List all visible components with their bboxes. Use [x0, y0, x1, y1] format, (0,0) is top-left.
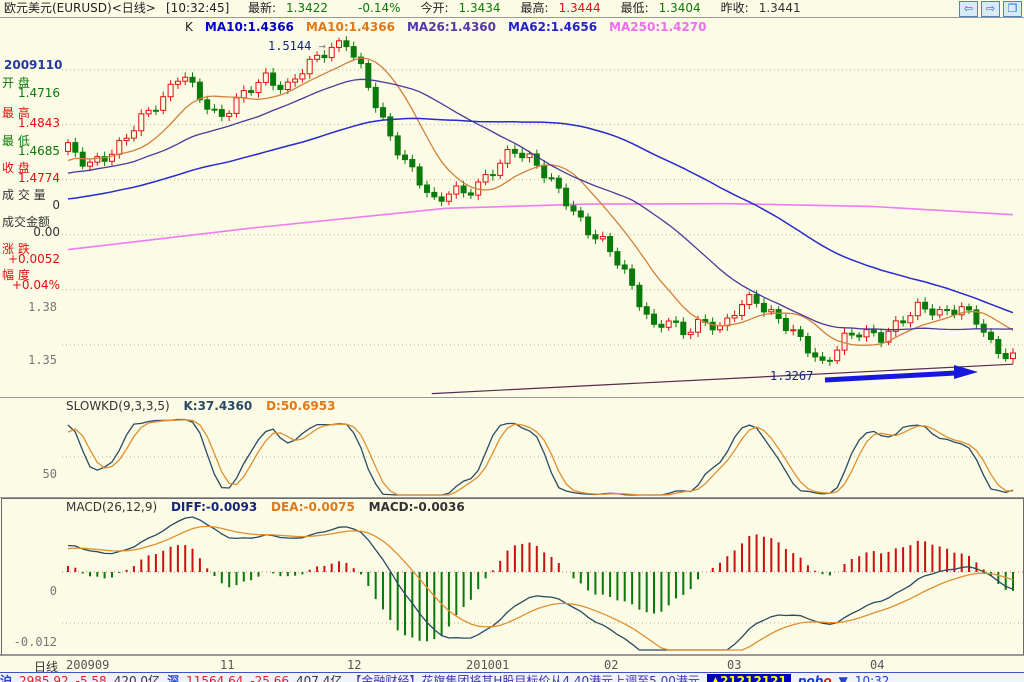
macd-header: MACD(26,12,9) DIFF:-0.0093 DEA:-0.0075 M… — [66, 500, 475, 514]
slowkd-title: SLOWKD(9,3,3,5) — [66, 399, 170, 413]
ma-header: K MA10:1.4366 MA10:1.4366 MA26:1.4360 MA62:1… — [185, 20, 730, 34]
status-bar: 沪 2985.92 -5.58 420.0亿深 11564.64 -25.66 407.4亿… — [0, 672, 1024, 682]
quote-fields: 最新: 1.3422 -0.14% 今开: 1.3434 最高: 1.3444 最低: 1.34… — [248, 0, 821, 17]
time-axis-tick: 04 — [870, 658, 885, 672]
sh-index-change: -5.58 — [75, 674, 107, 682]
axis-label: 50 — [42, 467, 57, 481]
sh-index-label: 沪 — [0, 674, 13, 682]
slowkd-header: SLOWKD(9,3,3,5) K:37.4360 D:50.6953 — [66, 399, 345, 413]
quote-field: 最新: 1.3422 — [248, 1, 329, 15]
macd-indicator-pane[interactable] — [62, 498, 1024, 654]
quote-row-value: 0.00 — [33, 225, 60, 239]
ma-header-item: MA250:1.4270 — [609, 20, 707, 34]
macd-diff-value: DIFF:-0.0093 — [170, 500, 258, 514]
quote-row-value: +0.0052 — [7, 252, 60, 266]
time-axis: 日线 200909 11 12 201001 02 03 04 — [0, 655, 1024, 674]
back-button[interactable]: ⇦ — [959, 1, 978, 17]
macd-title: MACD(26,12,9) — [66, 500, 158, 514]
windows-button[interactable]: ❐ — [1003, 1, 1022, 17]
quote-sidebar: 20091102 开 盘 1.4716 最 高 1.4843 最 低 1.4685 收 盘1… — [0, 18, 71, 672]
scroll-down-icon[interactable]: ▼ — [839, 674, 848, 682]
time-axis-tick: 02 — [604, 658, 619, 672]
sz-index-value: 11564.64 — [186, 674, 244, 682]
time-axis-tick: 201001 — [466, 658, 510, 672]
time-axis-tick: 200909 — [66, 658, 110, 672]
quote-row-value: 0 — [52, 198, 60, 212]
support-price-annotation: 1.3267 — [770, 369, 814, 383]
peak-price-annotation: 1.5144 → — [268, 39, 326, 53]
candlestick-chart-pane[interactable] — [62, 18, 1024, 397]
axis-label: 1.35 — [28, 353, 57, 367]
quote-field: 今开: 1.3434 — [420, 1, 501, 15]
slowkd-d-value: D:50.6953 — [266, 399, 336, 413]
sh-index-volume: 420.0亿 — [113, 674, 161, 682]
news-marquee[interactable]: 【金融财经】花旗集团将其H股目标价从4.40港元上调至5.00港元 — [349, 674, 699, 682]
peak-arrow-icon: → — [318, 39, 326, 53]
ticker-badge: ▲21212121 — [706, 674, 791, 682]
quote-field: -0.14% — [358, 1, 401, 15]
ma-header-item: MA26:1.4360 — [406, 20, 497, 34]
pane-divider-2 — [0, 497, 1024, 498]
title-bar: 欧元美元(EURUSD)<日线> [10:32:45] 最新: 1.3422 -0.… — [0, 0, 1024, 18]
time-axis-tick: 11 — [220, 658, 235, 672]
ma-header-k: K — [185, 20, 193, 34]
axis-label: 0 — [49, 584, 57, 598]
time-axis-tick: 12 — [347, 658, 362, 672]
pane-divider-1 — [0, 397, 1024, 398]
sz-index-label: 深 — [167, 674, 180, 682]
quote-row-value: 1.4774 — [18, 171, 60, 185]
quote-time: [10:32:45] — [166, 1, 230, 15]
forward-button[interactable]: ⇨ — [981, 1, 1000, 17]
quote-field: 昨收: 1.3441 — [720, 1, 801, 15]
quote-row-value: 1.4716 — [18, 86, 60, 100]
slowkd-k-value: K:37.4360 — [183, 399, 253, 413]
quote-row-value: +0.04% — [11, 278, 60, 292]
quote-row-value: 1.4685 — [18, 144, 60, 158]
axis-label: 1.38 — [28, 300, 57, 314]
axis-label: -0.012 — [13, 635, 57, 649]
quote-row-value: 1.4843 — [18, 116, 60, 130]
ma-header-item: MA62:1.4656 — [508, 20, 598, 34]
macd-dea-value: DEA:-0.0075 — [271, 500, 355, 514]
time-axis-tick: 03 — [727, 658, 742, 672]
titlebar-buttons: ⇦ ⇨ ❐ — [959, 1, 1022, 17]
ma-header-item: MA10:1.4366 — [305, 20, 395, 34]
ma-header-item: MA10:1.4366 — [204, 20, 294, 34]
sz-index-volume: 407.4亿 — [296, 674, 343, 682]
trading-app-window: 欧元美元(EURUSD)<日线> [10:32:45] 最新: 1.3422 -0.… — [0, 0, 1024, 682]
quote-date: 20091102 — [4, 58, 71, 72]
pobo-logo: pobo — [797, 674, 832, 682]
clock: 10:32 — [854, 674, 890, 682]
quote-field: 最高: 1.3444 — [520, 1, 601, 15]
symbol-title: 欧元美元(EURUSD)<日线> — [4, 1, 156, 15]
macd-macd-value: MACD:-0.0036 — [368, 500, 465, 514]
quote-field: 最低: 1.3404 — [620, 1, 701, 15]
sz-index-change: -25.66 — [250, 674, 290, 682]
sh-index-value: 2985.92 — [19, 674, 69, 682]
